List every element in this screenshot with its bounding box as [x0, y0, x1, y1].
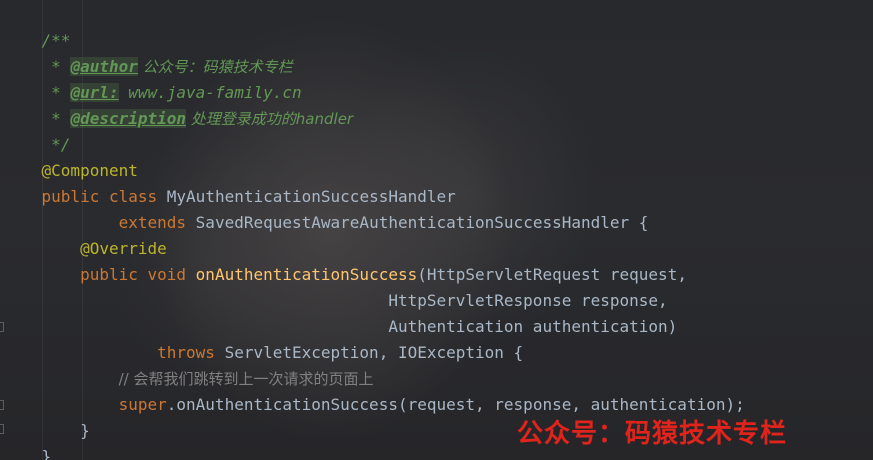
code-line-9[interactable]: @Override [3, 210, 167, 258]
code-line-3[interactable]: * @url: www.java-family.cn [3, 54, 302, 102]
code-line-12[interactable]: Authentication authentication) [3, 288, 677, 336]
code-line-4[interactable]: * @description 处理登录成功的handler [3, 80, 353, 128]
closing-brace: } [41, 447, 52, 460]
code-line-1[interactable]: /** [3, 2, 71, 50]
code-line-5[interactable]: */ [3, 106, 70, 154]
code-line-10[interactable]: public void onAuthenticationSuccess(Http… [3, 236, 687, 284]
code-line-16[interactable]: } [3, 392, 90, 440]
doc-tag-description: @description [70, 109, 187, 128]
code-line-14[interactable]: // 会帮我们跳转到上一次请求的页面上 [3, 340, 374, 388]
code-line-17[interactable]: } [3, 418, 52, 460]
code-line-13[interactable]: throws ServletException, IOException { [3, 314, 523, 362]
superclass-name: SavedRequestAwareAuthenticationSuccessHa… [195, 213, 649, 232]
code-editor[interactable]: /** * @author 公众号：码猿技术专栏 * @url: www.jav… [0, 0, 873, 460]
code-line-7[interactable]: public class MyAuthenticationSuccessHand… [3, 158, 456, 206]
code-line-8[interactable]: extends SavedRequestAwareAuthenticationS… [3, 184, 649, 232]
code-line-15[interactable]: super.onAuthenticationSuccess(request, r… [3, 366, 745, 414]
watermark-text: 公众号：码猿技术专栏 [517, 419, 788, 449]
code-line-6[interactable]: @Component [3, 132, 138, 180]
keyword-super: super [118, 395, 167, 414]
code-line-2[interactable]: * @author 公众号：码猿技术专栏 [3, 28, 293, 76]
doc-description-text: 处理登录成功的handler [186, 110, 354, 128]
super-call: .onAuthenticationSuccess(request, respon… [166, 395, 745, 414]
code-line-11[interactable]: HttpServletResponse response, [3, 262, 667, 310]
